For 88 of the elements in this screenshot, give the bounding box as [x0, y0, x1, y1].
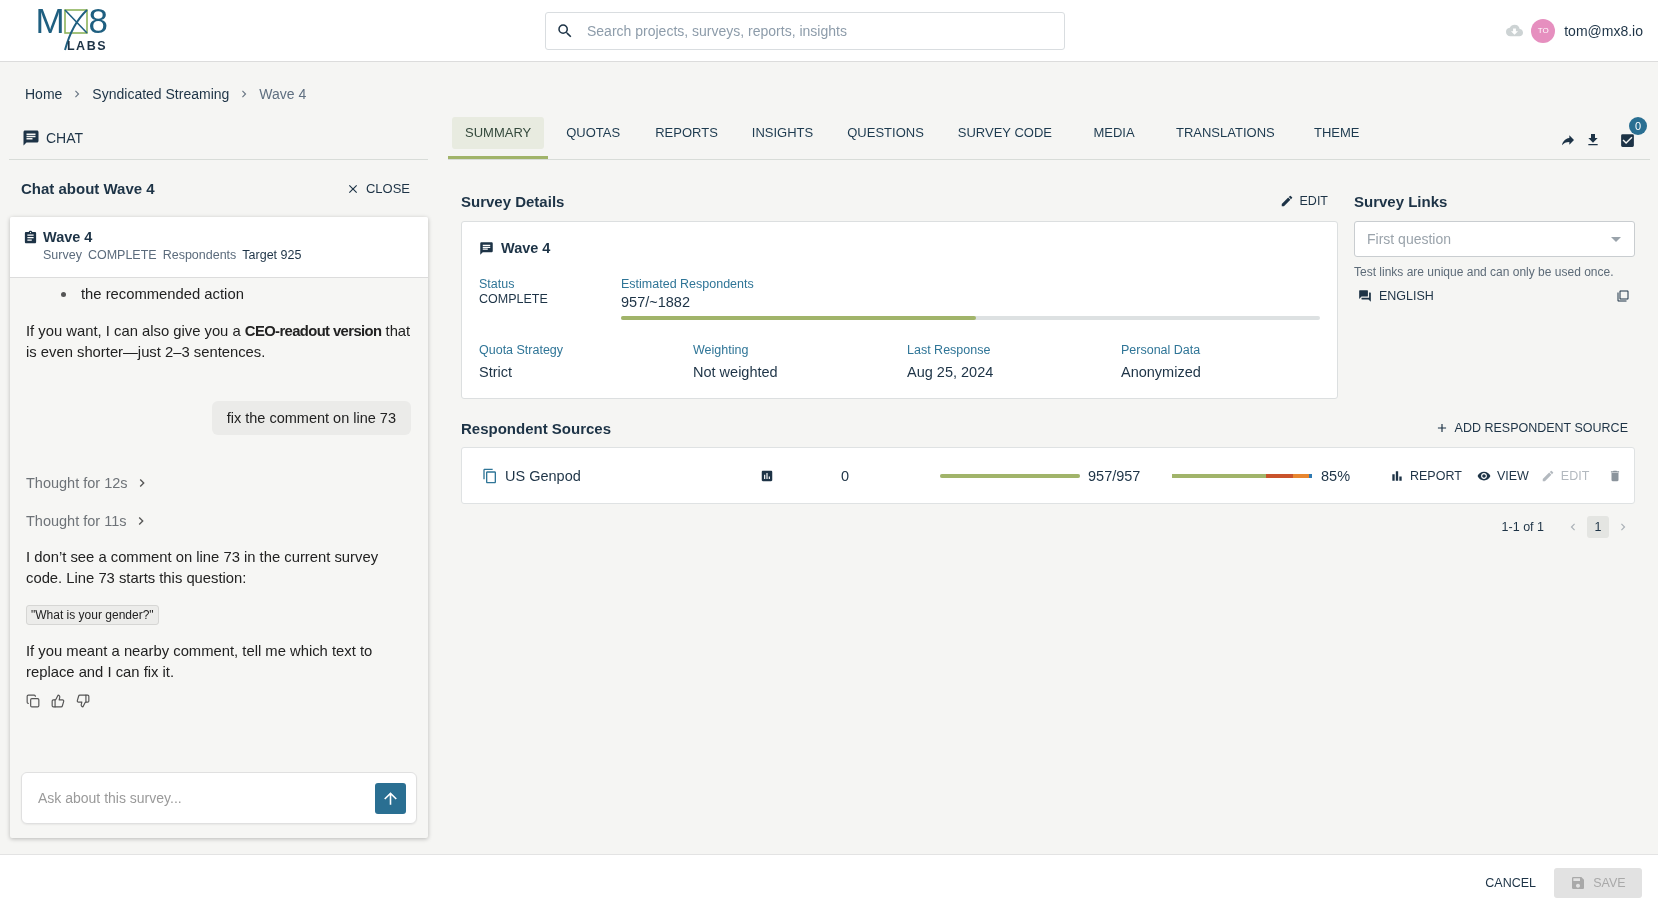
row-action-button[interactable]: REPORT	[1390, 468, 1462, 483]
quality-value: 85%	[1321, 467, 1352, 484]
tab[interactable]: TRANSLATIONS	[1159, 117, 1292, 159]
bar-chart-icon	[1390, 468, 1404, 483]
field-label: Last Response	[907, 343, 992, 358]
copy-icon[interactable]	[1617, 290, 1629, 302]
source-count: 0	[841, 467, 851, 484]
pencil-icon	[1540, 468, 1555, 483]
message-text: the recommended action	[81, 285, 244, 304]
section-title: Survey Links	[1354, 192, 1448, 210]
copy-icon[interactable]	[482, 467, 498, 484]
section-title: Respondent Sources	[461, 419, 612, 437]
chat-icon	[479, 240, 494, 256]
tab[interactable]: INSIGHTS	[734, 117, 831, 159]
search-bar[interactable]: Search projects, surveys, reports, insights	[545, 11, 1065, 50]
tab[interactable]: SURVEY CODE	[940, 117, 1069, 159]
edit-button[interactable]: EDIT	[1279, 194, 1328, 208]
add-source-button[interactable]: ADD RESPONDENT SOURCE	[1434, 421, 1628, 435]
chat-bubbles-icon	[1358, 289, 1372, 303]
field-value: Strict	[479, 363, 514, 382]
thumbs-down-icon[interactable]	[76, 694, 90, 708]
tab[interactable]: QUOTAS	[548, 117, 639, 159]
thought-toggle[interactable]: Thought for 11s	[26, 511, 149, 531]
close-button[interactable]: CLOSE	[345, 181, 410, 196]
field-value: COMPLETE	[479, 292, 549, 307]
tab[interactable]: THEME	[1291, 117, 1382, 159]
logo-letter: M	[35, 5, 64, 37]
chat-icon	[22, 129, 40, 147]
user-email: tom@mx8.io	[1564, 22, 1643, 39]
thumbs-up-icon[interactable]	[51, 694, 65, 708]
thought-toggle[interactable]: Thought for 12s	[26, 473, 150, 493]
field-value: Aug 25, 2024	[907, 363, 995, 382]
breadcrumb-link[interactable]: Syndicated Streaming	[92, 86, 230, 102]
source-name: US Genpod	[505, 467, 582, 484]
field-label: Personal Data	[1121, 343, 1202, 358]
logo-subtitle: LABS	[66, 40, 107, 52]
download-icon[interactable]	[1585, 132, 1601, 148]
cancel-button[interactable]: CANCEL	[1485, 876, 1536, 890]
copy-icon[interactable]	[26, 694, 40, 708]
tab[interactable]: MEDIA	[1069, 117, 1159, 159]
page-button[interactable]: 1	[1587, 516, 1609, 538]
field-label: Quota Strategy	[479, 343, 565, 358]
tab[interactable]: QUESTIONS	[830, 117, 941, 159]
completes-value: 957/957	[1088, 467, 1142, 484]
survey-name: Wave 4	[501, 240, 551, 256]
message-text: If you meant a nearby comment, tell me which text to replace and I can fix it.	[26, 642, 374, 682]
field-value: 957/~1882	[621, 293, 691, 312]
chat-input[interactable]: Ask about this survey...	[38, 790, 375, 806]
share-icon[interactable]	[1560, 132, 1576, 148]
search-input[interactable]: Search projects, surveys, reports, insights	[587, 22, 1054, 39]
message-composer[interactable]: Ask about this survey...	[21, 772, 417, 824]
chat-tab[interactable]: CHAT	[46, 130, 84, 146]
tab[interactable]: SUMMARY	[448, 117, 549, 159]
checkbox-icon[interactable]	[1619, 131, 1636, 149]
chat-title: Chat about Wave 4	[21, 180, 155, 197]
breadcrumb-link[interactable]: Wave 4	[259, 86, 307, 102]
field-label: Status	[479, 277, 516, 292]
clipboard-icon	[23, 229, 38, 245]
language-link[interactable]: ENGLISH	[1358, 289, 1434, 303]
bullet-icon	[61, 292, 66, 297]
send-button[interactable]	[375, 782, 406, 814]
message-text: I don’t see a comment on line 73 in the current survey code. Line 73 starts this question:	[26, 548, 380, 588]
pencil-icon	[1279, 194, 1294, 208]
field-value: Not weighted	[693, 363, 779, 382]
logo-letter: 8	[88, 5, 107, 37]
section-title: Survey Details	[461, 192, 565, 210]
field-label: Weighting	[693, 343, 750, 358]
message-text: If you want, I can also give you a CEO-readout version that is even shorter—just 2–3 sentences.	[26, 322, 412, 362]
field-label: Estimated Respondents	[621, 277, 755, 292]
tab[interactable]: REPORTS	[638, 117, 735, 159]
cloud-icon	[1506, 22, 1524, 39]
save-icon	[1570, 875, 1587, 891]
hint-text: Test links are unique and can only be used once.	[1354, 265, 1615, 279]
caret-icon	[1611, 236, 1621, 242]
search-icon	[556, 21, 574, 40]
user-message: fix the comment on line 73	[211, 401, 411, 435]
count-badge: 0	[1629, 116, 1647, 135]
field-value: Anonymized	[1121, 363, 1202, 382]
pagination-range: 1-1 of 1	[1501, 520, 1544, 534]
breadcrumb-link[interactable]: Home	[25, 86, 63, 102]
context-meta: Survey	[43, 248, 82, 262]
chart-icon[interactable]	[760, 468, 774, 483]
code-snippet: "What is your gender?"	[26, 605, 159, 625]
context-title: Wave 4	[43, 229, 93, 245]
row-action-button[interactable]: VIEW	[1476, 468, 1529, 483]
context-meta: Target 925	[242, 248, 302, 262]
context-meta: COMPLETE	[87, 248, 157, 262]
context-meta: Respondents	[162, 248, 237, 262]
